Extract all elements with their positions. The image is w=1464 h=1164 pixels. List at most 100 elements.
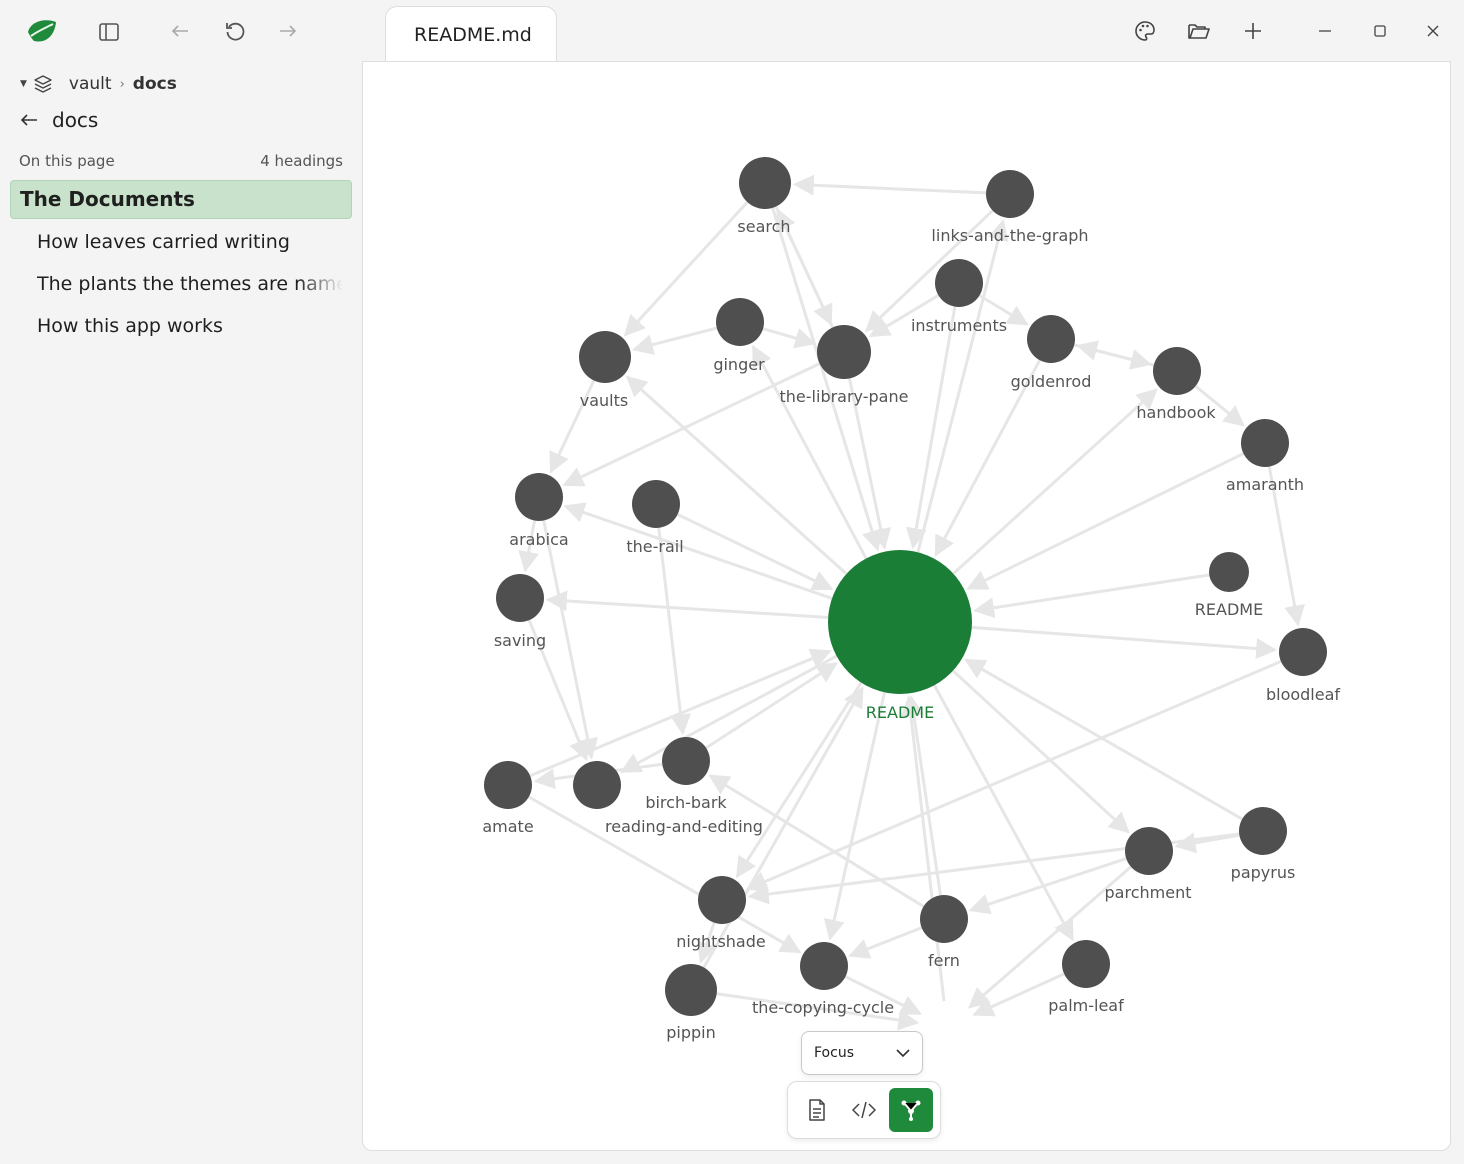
- heading-item-how-this-app-works[interactable]: How this app works: [37, 315, 343, 337]
- graph-node[interactable]: [800, 942, 848, 990]
- graph-node-label: bloodleaf: [1266, 685, 1340, 704]
- graph-node-label: amate: [482, 817, 533, 836]
- graph-edge: [545, 590, 829, 619]
- graph-node-label: vaults: [580, 391, 628, 410]
- refresh-icon[interactable]: [218, 14, 252, 48]
- graph-node[interactable]: [1279, 628, 1327, 676]
- graph-node-label: nightshade: [676, 932, 765, 951]
- graph-edge: [657, 527, 691, 736]
- graph-edge: [792, 174, 987, 196]
- graph-edge: [632, 326, 718, 355]
- breadcrumb-folder[interactable]: docs: [133, 74, 177, 94]
- title-bar: README.md: [0, 0, 1464, 62]
- graph-node-label: birch-bark: [645, 793, 727, 812]
- graph-node-label: amaranth: [1226, 475, 1304, 494]
- graph-node[interactable]: [579, 331, 631, 383]
- graph-edge: [971, 625, 1278, 659]
- graph-edge: [619, 654, 838, 774]
- graph-node[interactable]: [515, 473, 563, 521]
- graph-center-node[interactable]: [828, 550, 972, 694]
- minimize-icon[interactable]: [1311, 17, 1339, 45]
- graph-node[interactable]: [1125, 827, 1173, 875]
- breadcrumb-vault[interactable]: vault: [69, 74, 112, 94]
- plus-icon[interactable]: [1239, 17, 1267, 45]
- sidebar: ▼ vault › docs docs On this page 4 headi…: [0, 62, 362, 1164]
- tab-title: README.md: [414, 23, 532, 46]
- graph-node[interactable]: [484, 761, 532, 809]
- vault-icon: [33, 74, 53, 94]
- graph-edge: [964, 658, 1243, 821]
- source-view-button[interactable]: [842, 1088, 886, 1132]
- graph-node-label: papyrus: [1231, 863, 1296, 882]
- link-graph[interactable]: search links-and-the-graph instruments ging…: [362, 61, 1451, 1151]
- leaf-logo-icon: [24, 14, 60, 50]
- chevron-down-icon: [896, 1048, 910, 1058]
- graph-node-label: saving: [494, 631, 546, 650]
- graph-node[interactable]: [665, 964, 717, 1016]
- graph-node[interactable]: [1062, 940, 1110, 988]
- graph-edge: [563, 502, 833, 600]
- graph-node-label: arabica: [509, 530, 568, 549]
- graph-node[interactable]: [935, 259, 983, 307]
- graph-node[interactable]: [698, 876, 746, 924]
- close-icon[interactable]: [1419, 17, 1447, 45]
- palette-icon[interactable]: [1131, 17, 1159, 45]
- back-to-docs[interactable]: docs: [20, 108, 98, 132]
- graph-icon: [901, 1100, 921, 1121]
- graph-edge: [762, 327, 817, 349]
- graph-edge: [951, 669, 1130, 834]
- caret-down-icon[interactable]: ▼: [20, 79, 27, 89]
- back-arrow-icon[interactable]: [166, 17, 194, 45]
- forward-arrow-icon[interactable]: [274, 17, 302, 45]
- heading-item-the-plants[interactable]: The plants the themes are named: [37, 273, 343, 295]
- graph-node-label: ginger: [713, 355, 765, 374]
- graph-node-label: README: [1195, 600, 1263, 619]
- graph-center-label: README: [866, 703, 934, 722]
- graph-node-label: parchment: [1105, 883, 1192, 902]
- graph-node[interactable]: [496, 574, 544, 622]
- graph-node[interactable]: [1027, 315, 1075, 363]
- heading-item-how-leaves[interactable]: How leaves carried writing: [37, 231, 343, 253]
- document-icon: [809, 1099, 825, 1121]
- graph-node-label: reading-and-editing: [605, 817, 763, 836]
- maximize-icon[interactable]: [1366, 17, 1394, 45]
- graph-node-label: the-rail: [626, 537, 683, 556]
- graph-node[interactable]: [573, 761, 621, 809]
- graph-edge: [903, 695, 942, 896]
- graph-node[interactable]: [662, 737, 710, 785]
- graph-edge: [1076, 340, 1155, 367]
- graph-node[interactable]: [817, 325, 871, 379]
- graph-view-button[interactable]: [889, 1088, 933, 1132]
- graph-edge: [848, 926, 923, 959]
- code-icon: [852, 1101, 876, 1119]
- graph-node-label: the-library-pane: [780, 387, 909, 406]
- graph-node-label: fern: [928, 951, 960, 970]
- graph-edge: [542, 520, 599, 760]
- graph-node[interactable]: [1153, 347, 1201, 395]
- breadcrumb-separator: ›: [119, 76, 125, 92]
- left-arrow-icon: [20, 113, 38, 127]
- graph-node[interactable]: [986, 170, 1034, 218]
- breadcrumb: ▼ vault › docs: [20, 70, 177, 98]
- graph-edge: [745, 660, 1282, 892]
- tab-readme[interactable]: README.md: [385, 6, 557, 62]
- headings-count: 4 headings: [260, 152, 343, 170]
- folder-open-icon[interactable]: [1185, 17, 1213, 45]
- sidebar-toggle-icon[interactable]: [94, 17, 124, 47]
- graph-node[interactable]: [739, 157, 791, 209]
- back-label: docs: [52, 108, 99, 132]
- graph-node[interactable]: [1209, 552, 1249, 592]
- view-mode-toolbar: [787, 1081, 941, 1139]
- document-view-button[interactable]: [795, 1088, 839, 1132]
- graph-node[interactable]: [716, 298, 764, 346]
- graph-node[interactable]: [1239, 807, 1287, 855]
- focus-mode-select[interactable]: Focus: [801, 1031, 923, 1075]
- graph-node-label: instruments: [911, 316, 1007, 335]
- graph-node[interactable]: [1241, 419, 1289, 467]
- graph-edge: [973, 573, 1210, 619]
- on-this-page-label: On this page: [19, 152, 115, 170]
- graph-node[interactable]: [920, 895, 968, 943]
- graph-node[interactable]: [632, 480, 680, 528]
- heading-item-the-documents[interactable]: The Documents: [10, 180, 352, 219]
- graph-node-label: links-and-the-graph: [931, 226, 1088, 245]
